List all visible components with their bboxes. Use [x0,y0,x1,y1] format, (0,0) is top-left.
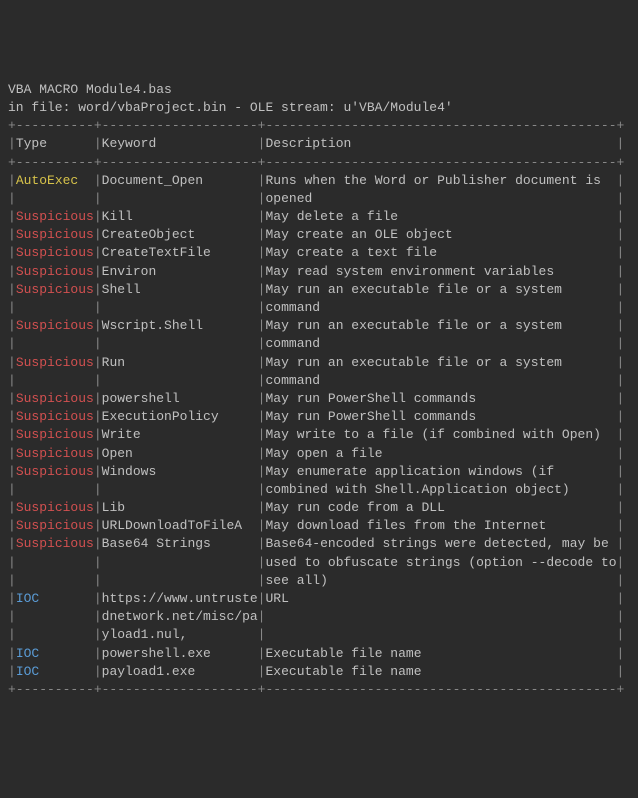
cell-keyword: Lib [102,500,258,515]
terminal-output: VBA MACRO Module4.bas in file: word/vbaP… [8,81,630,699]
cell-description: May run an executable file or a system [265,318,616,333]
cell-description: Runs when the Word or Publisher document… [265,173,616,188]
cell-keyword: Shell [102,282,258,297]
cell-keyword: Document_Open [102,173,258,188]
cell-description: May create a text file [265,245,616,260]
cell-keyword: Wscript.Shell [102,318,258,333]
cell-description: used to obfuscate strings (option --deco… [265,555,616,570]
cell-description: May run an executable file or a system [265,355,616,370]
cell-keyword: URLDownloadToFileA [102,518,258,533]
cell-type: Suspicious [16,500,94,515]
cell-keyword: Kill [102,209,258,224]
cell-type: Suspicious [16,536,94,551]
cell-type: Suspicious [16,446,94,461]
cell-type-cont [16,555,94,570]
cell-description: May download files from the Internet [265,518,616,533]
cell-keyword: https://www.untruste [102,591,258,606]
macro-header-line2: in file: word/vbaProject.bin - OLE strea… [8,100,453,115]
cell-description: combined with Shell.Application object) [265,482,616,497]
cell-keyword [102,191,258,206]
cell-type: Suspicious [16,518,94,533]
cell-keyword [102,336,258,351]
cell-keyword: Open [102,446,258,461]
cell-keyword [102,555,258,570]
cell-description: May run PowerShell commands [265,409,616,424]
cell-description: command [265,336,616,351]
cell-description [265,627,616,642]
cell-type: Suspicious [16,355,94,370]
cell-type-cont [16,609,94,624]
cell-keyword: CreateObject [102,227,258,242]
cell-description: May delete a file [265,209,616,224]
cell-description: May open a file [265,446,616,461]
cell-description: Base64-encoded strings were detected, ma… [265,536,616,551]
cell-description: see all) [265,573,616,588]
cell-type: Suspicious [16,391,94,406]
cell-type: Suspicious [16,409,94,424]
cell-description: May run PowerShell commands [265,391,616,406]
cell-type-cont [16,191,94,206]
cell-description: URL [265,591,616,606]
col-header-description: Description [265,136,616,151]
cell-keyword: yload1.nul, [102,627,258,642]
cell-keyword: Environ [102,264,258,279]
cell-keyword: Windows [102,464,258,479]
cell-keyword: Write [102,427,258,442]
cell-description: May run code from a DLL [265,500,616,515]
cell-keyword: powershell.exe [102,646,258,661]
cell-keyword [102,573,258,588]
cell-keyword: CreateTextFile [102,245,258,260]
cell-type-cont [16,627,94,642]
cell-type-cont [16,573,94,588]
cell-type-cont [16,482,94,497]
cell-description: command [265,373,616,388]
cell-type-cont [16,373,94,388]
cell-description: Executable file name [265,646,616,661]
cell-description: May enumerate application windows (if [265,464,616,479]
cell-keyword: dnetwork.net/misc/pa [102,609,258,624]
cell-type: IOC [16,591,94,606]
cell-keyword: Run [102,355,258,370]
macro-header-line1: VBA MACRO Module4.bas [8,82,172,97]
table-separator: +----------+--------------------+-------… [8,118,624,133]
cell-description: command [265,300,616,315]
cell-description: May read system environment variables [265,264,616,279]
col-header-keyword: Keyword [102,136,258,151]
cell-type: IOC [16,664,94,679]
cell-description: Executable file name [265,664,616,679]
cell-type: Suspicious [16,264,94,279]
cell-keyword [102,300,258,315]
cell-type: Suspicious [16,245,94,260]
col-header-type: Type [16,136,94,151]
cell-type: Suspicious [16,209,94,224]
cell-type: Suspicious [16,318,94,333]
cell-description: May write to a file (if combined with Op… [265,427,616,442]
cell-keyword: Base64 Strings [102,536,258,551]
cell-type: AutoExec [16,173,94,188]
table-separator: +----------+--------------------+-------… [8,155,624,170]
cell-keyword: ExecutionPolicy [102,409,258,424]
cell-type-cont [16,336,94,351]
cell-description: May create an OLE object [265,227,616,242]
cell-type: Suspicious [16,464,94,479]
cell-keyword: powershell [102,391,258,406]
cell-description [265,609,616,624]
cell-type: IOC [16,646,94,661]
cell-type: Suspicious [16,282,94,297]
table-separator: +----------+--------------------+-------… [8,682,624,697]
cell-description: opened [265,191,616,206]
cell-type: Suspicious [16,427,94,442]
cell-type: Suspicious [16,227,94,242]
cell-keyword [102,373,258,388]
cell-keyword: payload1.exe [102,664,258,679]
cell-description: May run an executable file or a system [265,282,616,297]
cell-keyword [102,482,258,497]
cell-type-cont [16,300,94,315]
